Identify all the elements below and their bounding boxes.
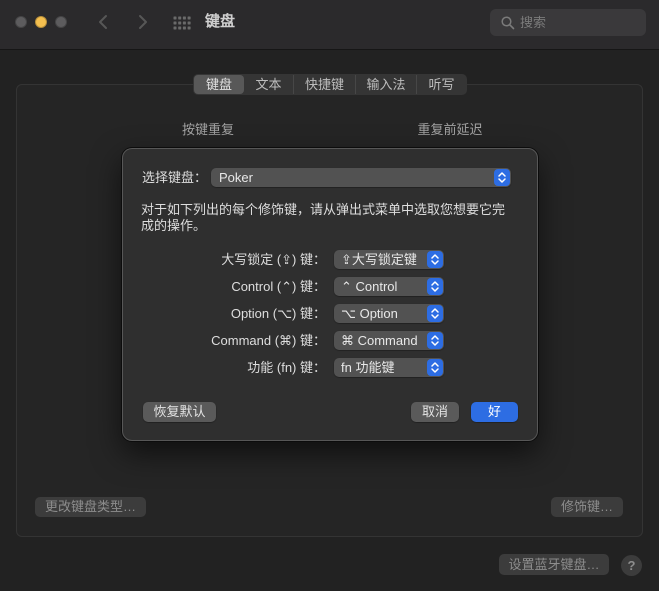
search-input[interactable] [520, 9, 638, 36]
magnifier-icon [501, 16, 515, 30]
restore-defaults-button[interactable]: 恢复默认 [143, 402, 216, 422]
modifier-description: 对于如下列出的每个修饰键，请从弹出式菜单中选取您想要它完成的操作。 [141, 202, 506, 233]
up-down-chevron-icon [427, 278, 443, 295]
keyboard-select-popup[interactable]: Poker [211, 168, 511, 187]
search-field[interactable] [490, 9, 646, 36]
caps-lock-key-value: ⇪大写锁定键 [341, 252, 417, 267]
caps-lock-key-label: 大写锁定 (⇪) 键： [221, 252, 326, 267]
tab-keyboard[interactable]: 键盘 [194, 75, 244, 94]
option-key-label: Option (⌥) 键： [230, 306, 326, 321]
key-repeat-label: 按键重复 [181, 122, 234, 137]
cancel-button[interactable]: 取消 [411, 402, 459, 422]
tab-shortcuts[interactable]: 快捷键 [293, 75, 355, 94]
function-key-label: 功能 (fn) 键： [247, 360, 326, 375]
selected-keyboard-value: Poker [219, 170, 253, 185]
up-down-chevron-icon [427, 251, 443, 268]
grid-icon [173, 16, 191, 30]
zoom-button[interactable] [55, 16, 67, 28]
select-keyboard-label: 选择键盘： [142, 170, 208, 185]
tab-input-sources[interactable]: 输入法 [355, 75, 416, 94]
delay-until-repeat-label: 重复前延迟 [417, 122, 483, 137]
back-button[interactable] [97, 14, 111, 30]
option-key-value: ⌥ Option [341, 306, 398, 321]
command-key-label: Command (⌘) 键： [211, 333, 326, 348]
show-all-button[interactable] [173, 16, 191, 30]
title-bar: 键盘 [0, 0, 659, 50]
change-keyboard-type-button[interactable]: 更改键盘类型… [35, 497, 146, 517]
function-key-popup[interactable]: fn 功能键 [334, 358, 444, 377]
modifier-keys-sheet: 选择键盘： Poker 对于如下列出的每个修饰键，请从弹出式菜单中选取您想要它完… [122, 148, 538, 441]
ok-button[interactable]: 好 [471, 402, 518, 422]
tab-text[interactable]: 文本 [244, 75, 293, 94]
function-key-value: fn 功能键 [341, 360, 395, 375]
modifier-keys-button[interactable]: 修饰键… [551, 497, 623, 517]
command-key-popup[interactable]: ⌘ Command [334, 331, 444, 350]
up-down-chevron-icon [427, 332, 443, 349]
command-key-value: ⌘ Command [341, 333, 418, 348]
option-key-popup[interactable]: ⌥ Option [334, 304, 444, 323]
chevron-right-icon [139, 15, 147, 29]
control-key-label: Control (⌃) 键： [231, 279, 326, 294]
up-down-chevron-icon [494, 169, 510, 186]
control-key-value: ⌃ Control [341, 279, 398, 294]
tab-bar: 键盘 文本 快捷键 输入法 听写 [193, 74, 467, 95]
tab-dictation[interactable]: 听写 [416, 75, 466, 94]
caps-lock-key-popup[interactable]: ⇪大写锁定键 [334, 250, 444, 269]
setup-bluetooth-keyboard-button[interactable]: 设置蓝牙键盘… [499, 554, 609, 575]
help-button[interactable]: ? [621, 555, 642, 576]
close-button[interactable] [15, 16, 27, 28]
control-key-popup[interactable]: ⌃ Control [334, 277, 444, 296]
minimize-button[interactable] [35, 16, 47, 28]
up-down-chevron-icon [427, 359, 443, 376]
window-title: 键盘 [205, 13, 236, 30]
system-preferences-window: 键盘 键盘 文本 快捷键 输入法 听写 按键重复 重复前延迟 更改键盘类型… 修… [0, 0, 659, 591]
forward-button[interactable] [135, 14, 149, 30]
up-down-chevron-icon [427, 305, 443, 322]
chevron-left-icon [99, 15, 107, 29]
